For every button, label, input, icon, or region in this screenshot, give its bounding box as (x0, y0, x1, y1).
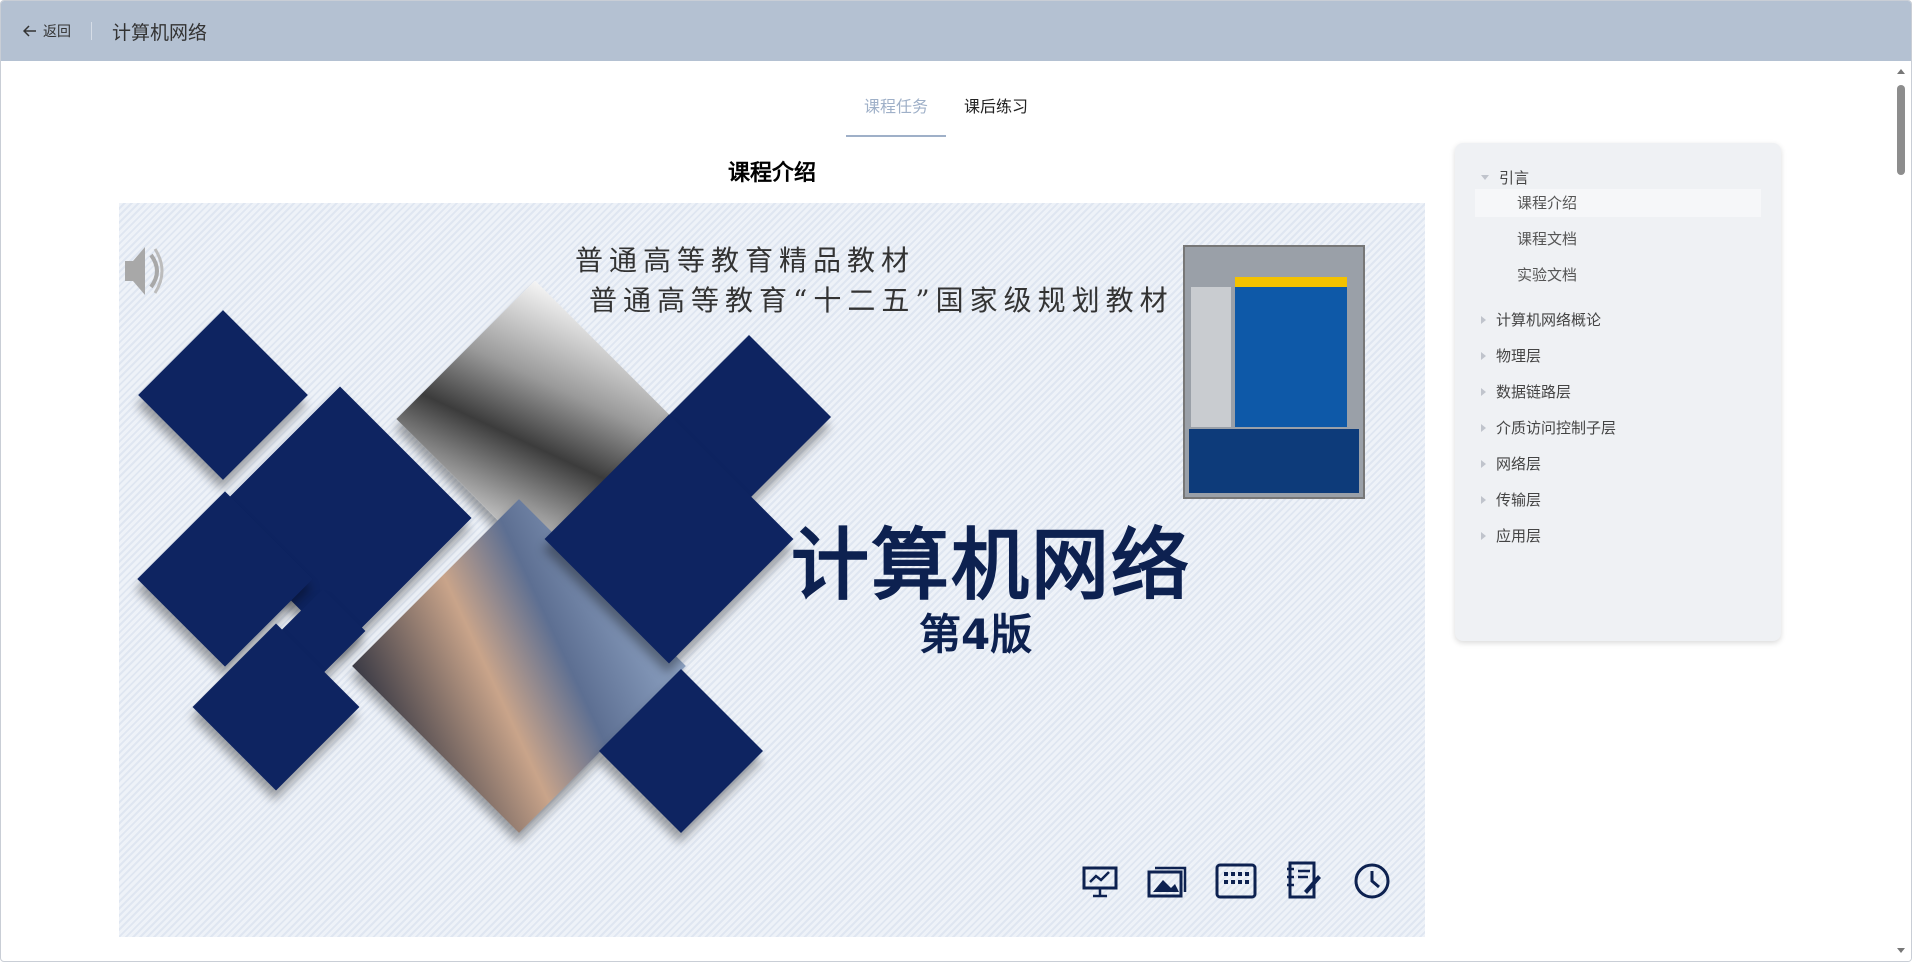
presentation-icon[interactable] (1079, 861, 1121, 901)
speaker-icon[interactable] (123, 239, 167, 303)
page-scrollbar[interactable] (1891, 61, 1911, 961)
clock-icon[interactable] (1351, 861, 1393, 901)
scrollbar-thumb[interactable] (1897, 85, 1905, 175)
caret-right-icon (1481, 495, 1486, 504)
tab-bar: 课程任务 课后练习 (846, 85, 1046, 137)
chapter-label: 物理层 (1496, 347, 1542, 365)
chapter-label: 介质访问控制子层 (1496, 419, 1617, 437)
chapter-label: 应用层 (1496, 527, 1542, 545)
caret-right-icon (1481, 423, 1486, 432)
caret-right-icon (1481, 459, 1486, 468)
chapter-network-layer[interactable]: 网络层 (1481, 453, 1541, 474)
course-outline-sidebar: 引言 课程介绍 课程文档 实验文档 计算机网络概论 物理层 数据链路层 介质访问… (1455, 143, 1781, 641)
slide-subheading-2: 普通高等教育“十二五”国家级规划教材 (589, 284, 1174, 317)
caret-right-icon (1481, 315, 1486, 324)
slide-edition: 第4版 (919, 610, 1033, 659)
scroll-up-icon[interactable] (1897, 69, 1905, 74)
chapter-mac-sublayer[interactable]: 介质访问控制子层 (1481, 417, 1616, 438)
outline-item-course-intro[interactable]: 课程介绍 (1475, 189, 1761, 217)
chapter-data-link-layer[interactable]: 数据链路层 (1481, 381, 1571, 402)
app-window: 返回 计算机网络 课程任务 课后练习 课程介绍 普通高等教育精品教材 普通高等教… (0, 0, 1912, 962)
outline-item-course-docs[interactable]: 课程文档 (1475, 225, 1761, 253)
arrow-left-icon (23, 25, 36, 37)
chapter-intro[interactable]: 引言 (1481, 167, 1529, 188)
tab-course-tasks[interactable]: 课程任务 (846, 85, 947, 137)
chapter-application-layer[interactable]: 应用层 (1481, 525, 1541, 546)
slide-subheading-1: 普通高等教育精品教材 (575, 244, 916, 277)
scroll-down-icon[interactable] (1897, 948, 1905, 953)
back-label: 返回 (43, 24, 71, 40)
chapter-label: 网络层 (1496, 455, 1542, 473)
slide-title: 计算机网络 (791, 521, 1192, 611)
textbook-cover-image (1183, 245, 1365, 499)
caret-right-icon (1481, 351, 1486, 360)
keypad-icon[interactable] (1215, 861, 1257, 901)
chapter-label: 计算机网络概论 (1496, 311, 1602, 329)
chapter-label: 数据链路层 (1496, 383, 1572, 401)
outline-item-lab-docs[interactable]: 实验文档 (1475, 261, 1761, 289)
chapter-label: 引言 (1499, 169, 1530, 187)
course-slide: 普通高等教育精品教材 普通高等教育“十二五”国家级规划教材 计算机网络 第4版 (119, 203, 1425, 937)
header-divider (91, 22, 92, 40)
back-button[interactable]: 返回 (23, 21, 71, 41)
notebook-edit-icon[interactable] (1283, 861, 1325, 901)
chapter-network-overview[interactable]: 计算机网络概论 (1481, 309, 1601, 330)
tab-exercises[interactable]: 课后练习 (946, 85, 1046, 137)
slide-toolbar (1079, 861, 1393, 901)
section-title: 课程介绍 (727, 161, 816, 186)
page-title: 计算机网络 (112, 21, 208, 44)
chapter-physical-layer[interactable]: 物理层 (1481, 345, 1541, 366)
chapter-transport-layer[interactable]: 传输层 (1481, 489, 1541, 510)
gallery-icon[interactable] (1147, 861, 1189, 901)
caret-right-icon (1481, 531, 1486, 540)
chapter-label: 传输层 (1496, 491, 1542, 509)
caret-right-icon (1481, 387, 1486, 396)
header-bar: 返回 计算机网络 (1, 1, 1911, 61)
caret-down-icon (1481, 175, 1489, 180)
